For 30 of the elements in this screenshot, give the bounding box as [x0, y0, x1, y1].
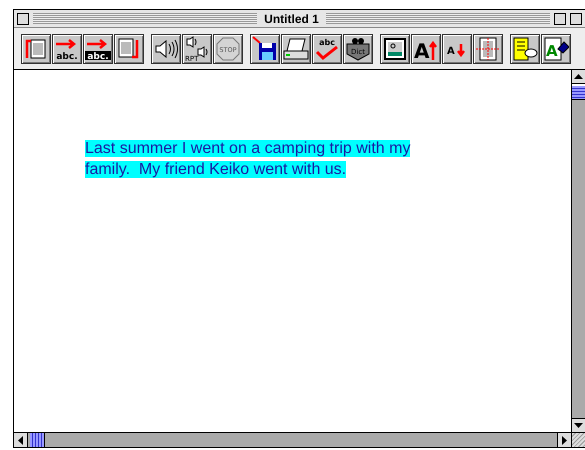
vertical-scrollbar[interactable]: [571, 70, 585, 432]
toolbar-button[interactable]: [250, 34, 280, 64]
toolbar-button[interactable]: [281, 34, 311, 64]
picture-frame-icon: [382, 36, 408, 62]
toolbar-button[interactable]: [21, 34, 51, 64]
toolbar-button[interactable]: [114, 34, 144, 64]
scroll-thumb[interactable]: [572, 86, 585, 100]
right-arrow-icon: [562, 436, 567, 444]
scroll-down-button[interactable]: [572, 418, 585, 432]
toolbar-button[interactable]: [380, 34, 410, 64]
zoom-box[interactable]: [554, 12, 566, 24]
scroll-thumb[interactable]: [30, 433, 45, 447]
printer-icon: [283, 36, 309, 62]
up-arrow-icon: [574, 74, 583, 79]
margin-page-icon: [475, 36, 501, 62]
floppy-disk-icon: [252, 36, 278, 62]
resize-handle[interactable]: [571, 433, 585, 447]
scroll-left-button[interactable]: [14, 433, 28, 447]
toolbar-button[interactable]: [473, 34, 503, 64]
down-arrow-icon: [574, 423, 583, 428]
toolbar-button[interactable]: [510, 34, 540, 64]
collapse-box[interactable]: [570, 12, 582, 24]
close-box[interactable]: [17, 12, 29, 24]
highlighter-icon: [512, 36, 538, 62]
window-title: Untitled 1: [263, 12, 320, 26]
horizontal-scrollbar[interactable]: [14, 433, 571, 447]
scroll-right-button[interactable]: [557, 433, 571, 447]
toolbar-button[interactable]: [151, 34, 181, 64]
scroll-up-button[interactable]: [572, 70, 585, 84]
left-arrow-icon: [18, 436, 23, 444]
